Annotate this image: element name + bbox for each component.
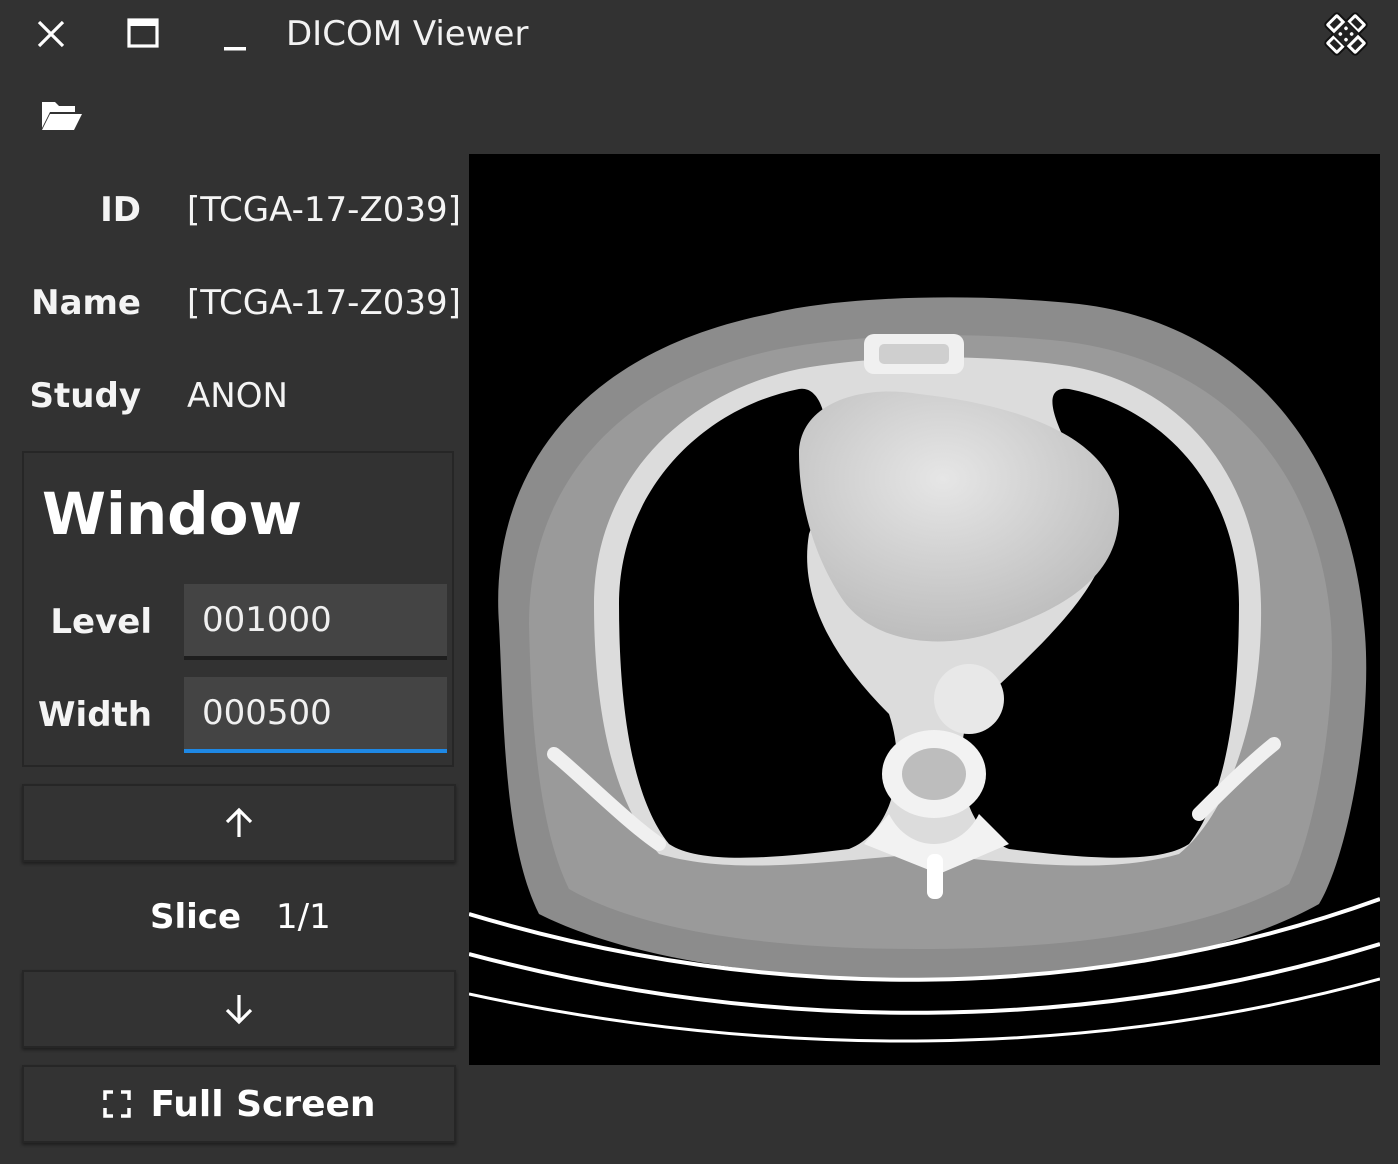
app-logo-icon [1324,12,1368,56]
window-panel: Window Level Width [22,451,454,767]
patient-name-label: Name [31,283,141,323]
patient-name-row: Name [TCGA-17-Z039] [0,273,461,333]
level-label: Level [50,602,152,642]
fullscreen-label: Full Screen [150,1083,376,1125]
width-input[interactable] [184,677,447,753]
window-panel-title: Window [42,480,303,548]
study-value: ANON [187,376,288,416]
arrow-up-icon [225,807,253,837]
ct-scan-image [469,297,1380,1043]
slice-up-button[interactable] [22,784,456,862]
patient-id-value: [TCGA-17-Z039] [187,190,461,230]
close-icon [37,20,65,48]
arrow-down-icon [225,995,253,1025]
fullscreen-button[interactable]: Full Screen [22,1065,456,1143]
study-label: Study [29,376,141,416]
open-file-button[interactable] [34,92,90,140]
minimize-button[interactable] [213,12,257,56]
patient-id-label: ID [100,190,141,230]
maximize-icon [127,18,159,48]
minimize-icon [224,47,246,51]
patient-id-row: ID [TCGA-17-Z039] [0,180,461,240]
slice-value: 1/1 [276,897,331,937]
width-label: Width [38,695,152,735]
study-row: Study ANON [0,366,460,426]
slice-label: Slice [150,897,242,937]
slice-row: Slice 1/1 [0,885,460,949]
patient-name-value: [TCGA-17-Z039] [187,283,461,323]
window-title: DICOM Viewer [286,14,529,54]
close-button[interactable] [29,12,73,56]
slice-down-button[interactable] [22,970,456,1048]
folder-open-icon [42,102,82,130]
title-bar: DICOM Viewer [0,0,1398,70]
maximize-button[interactable] [121,12,165,56]
fullscreen-icon [103,1090,132,1118]
image-viewport[interactable] [469,154,1380,1065]
level-input[interactable] [184,584,447,660]
